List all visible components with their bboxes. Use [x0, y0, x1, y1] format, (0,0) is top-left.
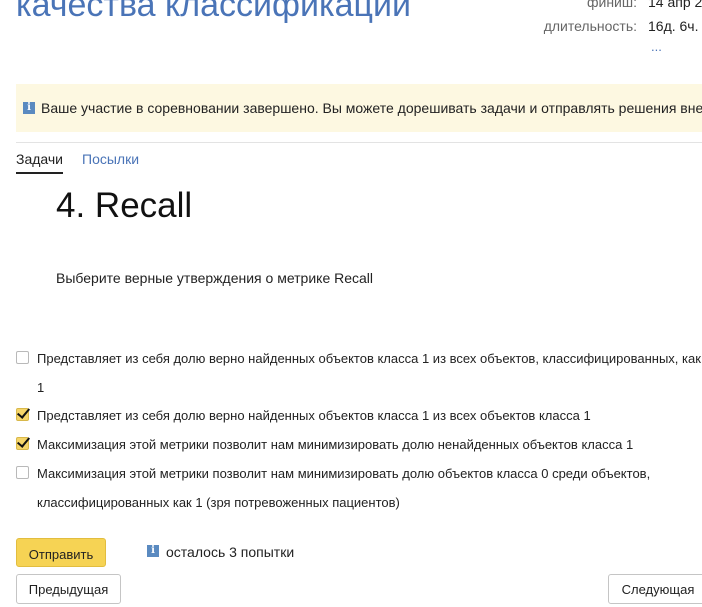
- checkbox[interactable]: [16, 466, 29, 479]
- option-text: Представляет из себя долю верно найденны…: [37, 408, 591, 423]
- option-text: Максимизация этой метрики позволит нам м…: [37, 466, 651, 510]
- attempts-text: осталось 3 попытки: [166, 544, 295, 560]
- checkbox[interactable]: [16, 408, 29, 421]
- next-button[interactable]: Следующая: [608, 574, 702, 604]
- notice-text: Ваше участие в соревновании завершено. В…: [41, 100, 702, 116]
- info-icon: i: [23, 102, 35, 114]
- problem-statement: Выберите верные утверждения о метрике Re…: [56, 270, 374, 286]
- problem-title: 4. Recall: [56, 186, 193, 225]
- option-text: Максимизация этой метрики позволит нам м…: [37, 437, 634, 452]
- previous-button[interactable]: Предыдущая: [16, 574, 121, 604]
- notice-banner: i Ваше участие в соревновании завершено.…: [16, 84, 702, 132]
- finish-label: финиш:: [586, 0, 637, 10]
- checkbox[interactable]: [16, 437, 29, 450]
- option-text: Представляет из себя долю верно найденны…: [37, 351, 701, 395]
- checkbox[interactable]: [16, 351, 29, 364]
- tab-submissions[interactable]: Посылки: [82, 151, 139, 167]
- finish-value: 14 апр 2: [648, 0, 702, 10]
- info-icon: i: [147, 545, 159, 557]
- divider: [16, 142, 702, 143]
- tab-problems[interactable]: Задачи: [16, 151, 64, 174]
- contest-title: качества классификации: [16, 0, 411, 24]
- duration-value: 16д. 6ч.: [648, 18, 699, 34]
- submit-button[interactable]: Отправить: [16, 538, 106, 567]
- duration-label: длительность:: [543, 18, 637, 34]
- more-link[interactable]: ...: [651, 39, 662, 54]
